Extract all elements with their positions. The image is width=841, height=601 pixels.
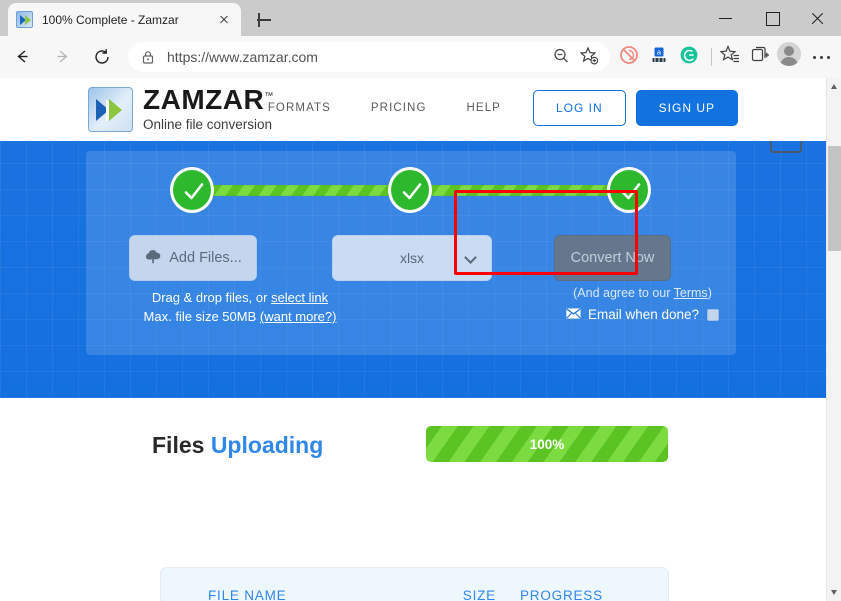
window-controls xyxy=(703,0,841,36)
step-indicator xyxy=(86,167,736,213)
tab-strip: 100% Complete - Zamzar xyxy=(0,0,841,36)
minimize-button[interactable] xyxy=(703,0,749,36)
logo-name-text: ZAMZAR xyxy=(143,84,265,115)
terms-link[interactable]: Terms xyxy=(674,286,708,300)
overall-progress-bar: 100% xyxy=(426,426,668,462)
email-when-done-label: Email when done? xyxy=(587,307,700,322)
nav-item-pricing[interactable]: PRICING xyxy=(351,102,447,114)
add-files-button[interactable]: Add Files... xyxy=(129,235,257,281)
signup-button[interactable]: SIGN UP xyxy=(635,90,738,126)
profile-avatar-icon[interactable] xyxy=(777,42,807,72)
uploading-header: Files Uploading 100% xyxy=(0,426,826,472)
column-header-file-name: FILE NAME xyxy=(208,587,287,601)
page-title: Files Uploading xyxy=(152,432,323,459)
add-favorite-icon[interactable] xyxy=(576,43,604,71)
page-scrollbar[interactable] xyxy=(826,78,841,601)
site-header: ZAMZAR™ Online file conversion FORMATS P… xyxy=(0,78,826,141)
nav-item-help[interactable]: HELP xyxy=(447,102,521,114)
conversion-hero: Add Files... xlsx Convert Now Drag & dro… xyxy=(0,141,826,398)
add-files-label: Add Files... xyxy=(169,250,242,266)
login-button[interactable]: LOG IN xyxy=(532,90,626,126)
terms-suffix: ) xyxy=(707,286,712,300)
more-options-icon[interactable] xyxy=(807,42,837,72)
files-uploading-section: Files Uploading 100% xyxy=(0,398,826,472)
nav-item-formats[interactable]: FORMATS xyxy=(248,102,351,114)
forward-button[interactable] xyxy=(44,39,80,75)
favorites-list-icon[interactable] xyxy=(717,42,747,72)
zoom-out-icon[interactable] xyxy=(548,43,576,71)
files-title-static: Files xyxy=(152,432,211,458)
padlock-icon xyxy=(140,49,156,65)
step-1-check-icon xyxy=(170,167,214,213)
table-header-row: FILE NAME SIZE PROGRESS xyxy=(161,568,668,601)
column-header-progress: PROGRESS xyxy=(520,587,603,601)
scroll-down-icon[interactable] xyxy=(827,584,841,601)
overall-progress-label: 100% xyxy=(529,436,565,452)
email-when-done-row: Email when done? xyxy=(540,307,745,322)
conversion-controls: Add Files... xlsx Convert Now xyxy=(86,235,736,285)
terms-prefix: (And agree to our xyxy=(573,286,674,300)
browser-toolbar: https://www.zamzar.com a xyxy=(0,36,841,78)
upload-hint: Drag & drop files, or select link Max. f… xyxy=(100,288,380,326)
max-size-text: Max. file size 50MB xyxy=(143,309,260,324)
browser-window: 100% Complete - Zamzar https://www.zamza… xyxy=(0,0,841,601)
password-manager-extension-icon[interactable]: a xyxy=(646,42,676,72)
want-more-link[interactable]: (want more?) xyxy=(260,309,337,324)
maximize-button[interactable] xyxy=(749,0,795,36)
scrollbar-thumb[interactable] xyxy=(828,146,841,251)
upload-cloud-icon xyxy=(144,248,162,268)
file-list-table: FILE NAME SIZE PROGRESS Data.ods 2.49 MB… xyxy=(160,567,669,601)
step-connector-1 xyxy=(211,185,416,196)
back-button[interactable] xyxy=(4,39,40,75)
browser-tab[interactable]: 100% Complete - Zamzar xyxy=(8,3,241,36)
output-format-value: xlsx xyxy=(399,250,425,266)
files-title-accent: Uploading xyxy=(210,432,324,458)
site-logo[interactable]: ZAMZAR™ Online file conversion xyxy=(88,86,274,132)
url-text: https://www.zamzar.com xyxy=(167,49,318,65)
site-navigation: FORMATS PRICING HELP LOG IN SIGN UP xyxy=(248,90,738,126)
step-2-check-icon xyxy=(388,167,432,213)
collections-icon[interactable] xyxy=(747,42,777,72)
page-viewport: ZAMZAR™ Online file conversion FORMATS P… xyxy=(0,78,826,601)
tab-title: 100% Complete - Zamzar xyxy=(42,12,179,27)
envelope-icon xyxy=(566,307,581,322)
terms-notice: (And agree to our Terms) xyxy=(540,286,745,300)
new-tab-button[interactable] xyxy=(252,8,276,32)
close-icon[interactable] xyxy=(215,11,233,29)
zamzar-logo-icon xyxy=(88,86,133,132)
extension-icons: a xyxy=(616,42,841,72)
annotation-highlight-box xyxy=(454,190,638,275)
zamzar-favicon-icon xyxy=(16,11,33,28)
address-bar[interactable]: https://www.zamzar.com xyxy=(128,42,610,72)
adblock-extension-icon[interactable] xyxy=(616,42,646,72)
close-window-button[interactable] xyxy=(795,0,841,36)
scroll-up-icon[interactable] xyxy=(827,78,841,95)
browser-chrome: 100% Complete - Zamzar https://www.zamza… xyxy=(0,0,841,78)
email-when-done-checkbox[interactable] xyxy=(707,308,720,321)
overall-progress-fill: 100% xyxy=(426,426,668,462)
reload-button[interactable] xyxy=(84,39,120,75)
select-link[interactable]: select link xyxy=(271,290,328,305)
grammarly-extension-icon[interactable] xyxy=(676,42,706,72)
toolbar-divider xyxy=(711,48,712,66)
column-header-size: SIZE xyxy=(462,587,496,601)
drag-drop-text: Drag & drop files, or xyxy=(151,290,272,305)
partial-shape-icon xyxy=(770,141,802,153)
